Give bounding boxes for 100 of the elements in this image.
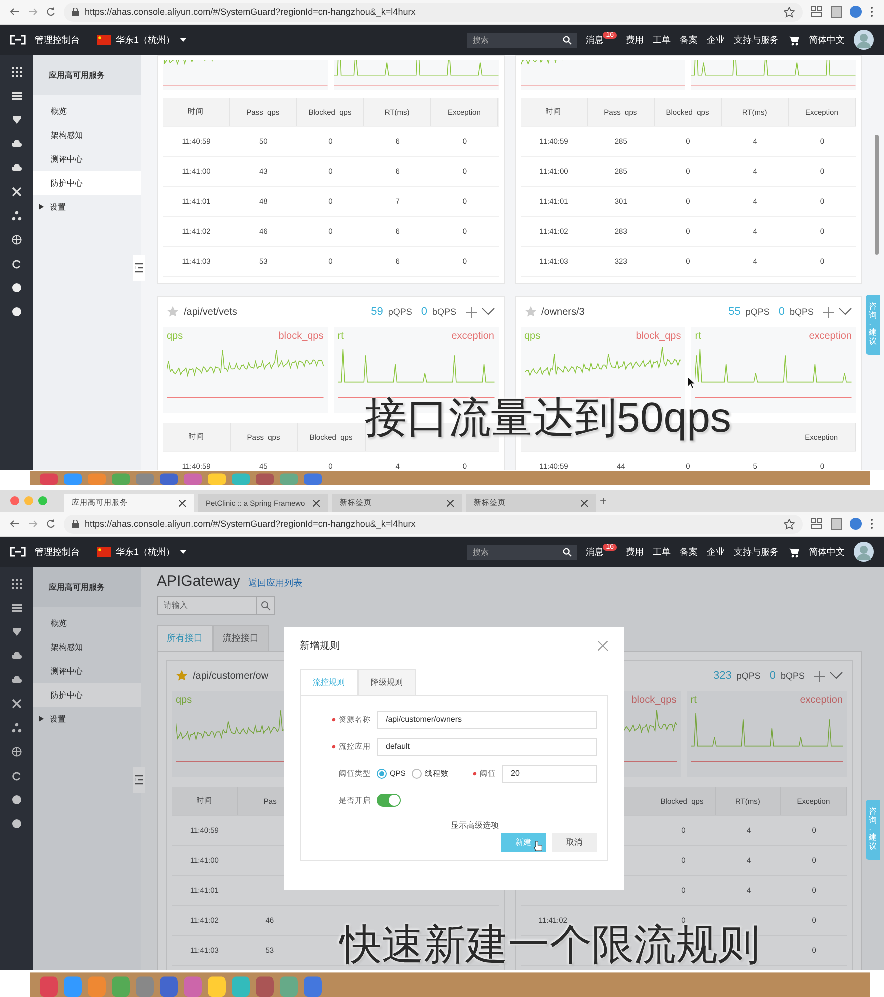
reload-icon[interactable] (46, 519, 56, 529)
network-icon[interactable] (12, 723, 22, 733)
tab[interactable]: 流控接口 (213, 625, 269, 651)
nav-link[interactable]: 支持与服务 (734, 34, 779, 46)
nav-link[interactable]: 消息 (586, 546, 604, 558)
back-icon[interactable] (10, 519, 20, 529)
plus-icon[interactable] (823, 306, 834, 318)
chevron-down-icon[interactable] (839, 308, 852, 316)
close-icon[interactable] (581, 500, 588, 506)
tab[interactable]: 降级规则 (358, 669, 416, 695)
collapse-handle-icon[interactable] (133, 255, 145, 281)
nav-link[interactable]: 工单 (653, 34, 671, 46)
list-icon[interactable] (12, 603, 22, 613)
input-field[interactable]: 20 (502, 764, 597, 782)
sidebar-item[interactable]: 防护中心 (33, 683, 141, 707)
plus-icon[interactable] (466, 306, 476, 318)
url-field[interactable]: https://ahas.console.aliyun.com/#/SystemGuard?regionId=cn-hangzhou&_k=l4hurx (64, 514, 803, 534)
search-field[interactable]: 搜索 (467, 544, 558, 560)
shield-icon[interactable] (12, 115, 22, 125)
shield-icon[interactable] (12, 627, 22, 637)
input-field[interactable]: default (377, 738, 597, 756)
search-field[interactable]: 请输入 (157, 596, 257, 615)
sidebar-item[interactable]: 防护中心 (33, 171, 141, 195)
profile-icon[interactable] (850, 518, 862, 530)
nav-link[interactable]: 费用 (626, 34, 644, 46)
cross-icon[interactable] (12, 187, 22, 197)
menu-icon[interactable] (870, 6, 874, 18)
star-icon[interactable] (524, 306, 536, 318)
region-selector[interactable]: 华东1（杭州） (97, 546, 188, 558)
avatar[interactable] (854, 542, 874, 562)
dot-icon[interactable] (12, 795, 22, 805)
search-field[interactable]: 搜索 (467, 32, 558, 48)
close-icon[interactable] (179, 500, 186, 506)
url-field[interactable]: https://ahas.console.aliyun.com/#/SystemGuard?regionId=cn-hangzhou&_k=l4hurx (64, 2, 803, 22)
input-field[interactable]: /api/customer/owners (377, 710, 597, 728)
dot-icon[interactable] (12, 819, 22, 829)
globe-icon[interactable] (12, 235, 22, 245)
cloud-icon[interactable] (12, 163, 22, 173)
search-button[interactable] (557, 32, 578, 48)
logo-icon[interactable] (10, 35, 26, 45)
sidebar-item[interactable]: 设置 (33, 195, 141, 219)
cancel-button[interactable]: 取消 (552, 833, 597, 852)
close-icon[interactable] (447, 500, 454, 506)
sidebar-item[interactable]: 设置 (33, 707, 141, 731)
star-icon[interactable] (167, 306, 179, 318)
nav-link[interactable]: 费用 (626, 546, 644, 558)
sidebar-item[interactable]: 测评中心 (33, 659, 141, 683)
nav-link[interactable]: 消息 (586, 34, 604, 46)
cloud-icon[interactable] (12, 675, 22, 685)
extension-icon[interactable] (811, 518, 823, 530)
bookmark-star-icon[interactable] (784, 6, 795, 18)
nav-link[interactable]: 备案 (680, 546, 698, 558)
refresh-icon[interactable] (12, 259, 22, 269)
dot-icon[interactable] (12, 307, 22, 317)
network-icon[interactable] (12, 211, 22, 221)
dot-icon[interactable] (12, 283, 22, 293)
plus-icon[interactable] (814, 670, 825, 682)
refresh-icon[interactable] (12, 771, 22, 781)
reader-icon[interactable] (831, 518, 842, 530)
chevron-down-icon[interactable] (482, 308, 494, 316)
region-selector[interactable]: 华东1（杭州） (97, 34, 188, 46)
sidebar-item[interactable]: 架构感知 (33, 635, 141, 659)
sidebar-item[interactable]: 概览 (33, 99, 141, 123)
nav-link[interactable]: 企业 (707, 546, 725, 558)
list-icon[interactable] (12, 91, 22, 101)
avatar[interactable] (854, 30, 874, 50)
cross-icon[interactable] (12, 699, 22, 709)
sidebar-item[interactable]: 测评中心 (33, 147, 141, 171)
reload-icon[interactable] (46, 7, 56, 17)
back-link[interactable]: 返回应用列表 (248, 577, 302, 590)
globe-icon[interactable] (12, 747, 22, 757)
star-icon[interactable] (176, 670, 188, 682)
sidebar-item[interactable]: 架构感知 (33, 123, 141, 147)
reader-icon[interactable] (831, 6, 842, 18)
logo-icon[interactable] (10, 547, 26, 557)
cart-icon[interactable] (788, 546, 800, 558)
cloud-icon[interactable] (12, 651, 22, 661)
chevron-down-icon[interactable] (830, 672, 843, 680)
grid-icon[interactable] (12, 579, 22, 589)
extension-icon[interactable] (811, 6, 823, 18)
cloud-icon[interactable] (12, 139, 22, 149)
nav-link[interactable]: 支持与服务 (734, 546, 779, 558)
cart-icon[interactable] (788, 34, 800, 46)
console-link[interactable]: 管理控制台 (35, 34, 80, 46)
console-link[interactable]: 管理控制台 (35, 546, 80, 558)
close-icon[interactable] (313, 500, 320, 506)
menu-icon[interactable] (870, 518, 874, 530)
collapse-handle-icon[interactable] (133, 767, 145, 793)
nav-link[interactable]: 企业 (707, 34, 725, 46)
search-button[interactable] (557, 544, 578, 560)
grid-icon[interactable] (12, 67, 22, 77)
nav-link[interactable]: 备案 (680, 34, 698, 46)
advanced-options-link[interactable]: 显示高级选项 (451, 820, 499, 831)
toggle-switch[interactable] (377, 794, 401, 807)
back-icon[interactable] (10, 7, 20, 17)
language-selector[interactable]: 简体中文 (809, 34, 845, 46)
language-selector[interactable]: 简体中文 (809, 546, 845, 558)
bookmark-star-icon[interactable] (784, 518, 795, 530)
new-tab-button[interactable]: + (600, 494, 608, 508)
nav-link[interactable]: 工单 (653, 546, 671, 558)
